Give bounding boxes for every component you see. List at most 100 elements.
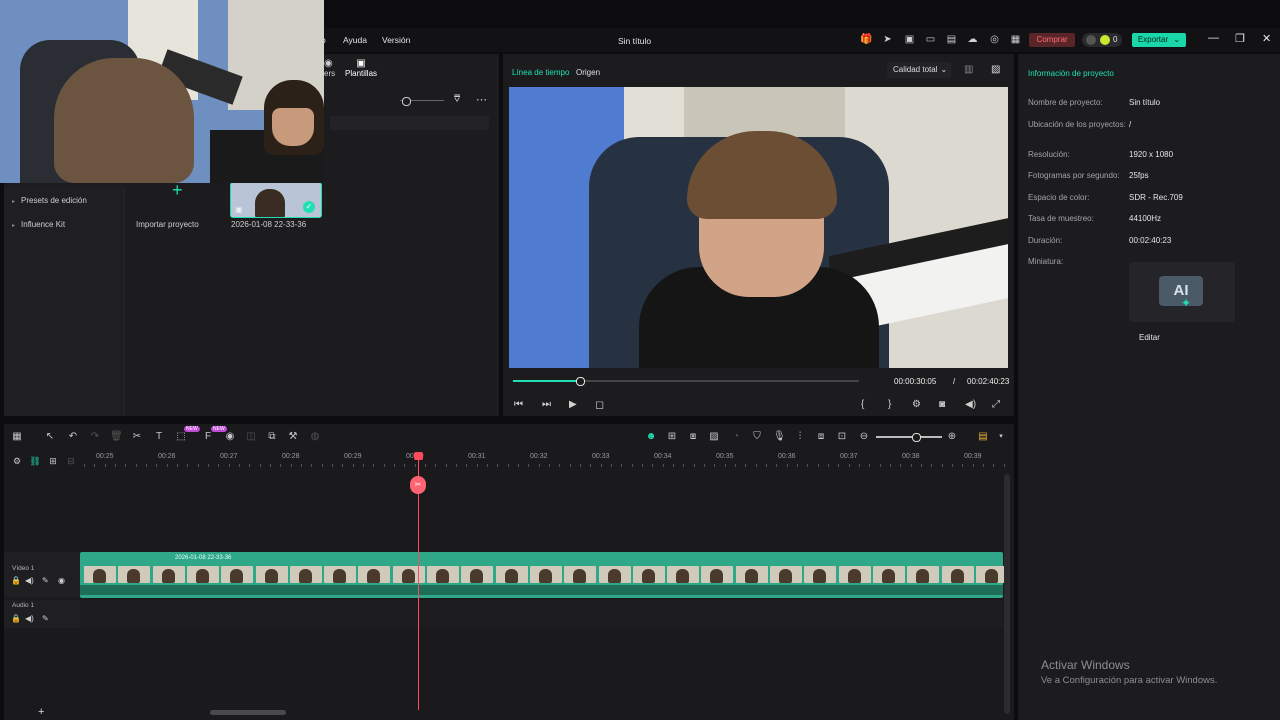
stop-icon[interactable]: ◻ [595,398,604,411]
color-icon[interactable]: ◉ [224,431,236,443]
timeline-ruler[interactable]: 00:2500:2600:2700:2800:2900:3000:3100:32… [84,453,1005,469]
timeline-zoom-slider[interactable] [876,433,942,442]
speed-icon[interactable]: ◔ [730,431,742,443]
playback-progress-handle[interactable] [576,377,586,386]
track-settings-icon[interactable]: ⚙ [11,455,23,467]
text-icon[interactable]: T [153,431,165,443]
ruler-tick [569,464,571,467]
media-clip-thumbnail[interactable]: ✓ ▣ [230,182,322,218]
edit-thumbnail-button[interactable]: Editar [1139,333,1160,342]
credits-badge[interactable]: 0 [1082,33,1122,47]
add-track-icon[interactable]: ⊞ [47,455,59,467]
sticker-tool-icon[interactable]: ⧆ [687,431,699,443]
chevron-down-icon[interactable]: ▾ [995,431,1007,443]
import-project-tile[interactable]: + Importar proyecto [126,180,226,240]
snapshot-view-icon[interactable]: ▨ [991,64,1000,75]
sidebar-item-presets[interactable]: ▸ Presets de edición [12,196,87,205]
zoom-slider-handle[interactable] [402,97,411,106]
ruler-tick [486,464,488,467]
cloud-upload-icon[interactable]: ☁ [966,33,979,46]
mark-in-icon[interactable]: { [861,399,864,410]
scissors-icon[interactable]: ✂ [131,431,143,443]
vertical-scrollbar[interactable] [1004,474,1010,714]
tab-templates[interactable]: ▣ Plantillas [345,58,377,78]
layout-grid-icon[interactable]: ▦ [11,431,23,443]
stabilize-icon[interactable]: ◍ [309,431,321,443]
redo-icon[interactable]: ↷ [89,431,101,443]
previous-frame-icon[interactable]: ⏮ [514,399,523,410]
add-track-button[interactable]: + [38,706,44,718]
tab-source-preview[interactable]: Origen [576,68,600,77]
ai-assistant-icon[interactable]: ☻ [645,431,657,443]
save-icon[interactable]: ▤ [945,33,958,46]
project-thumbnail[interactable]: AI ✦ [1129,262,1235,322]
search-bar[interactable] [330,116,489,130]
play-icon[interactable]: ▶ [569,399,577,410]
ruler-tick [208,464,209,467]
horizontal-scrollbar[interactable] [210,710,286,715]
audio-track-lane[interactable] [80,600,1003,628]
snap-icon[interactable]: ⊞ [666,431,678,443]
menu-version[interactable]: Versión [382,35,410,45]
layout-icon[interactable]: ▣ [903,33,916,46]
ai-tool-icon[interactable]: ⚒ [287,431,299,443]
headset-icon[interactable]: ◎ [988,33,1001,46]
quality-dropdown[interactable]: Calidad total ⌄ [887,62,951,78]
eye-icon[interactable]: ◉ [58,576,65,585]
crop-icon[interactable]: ⬚ [175,431,187,443]
filter-icon[interactable]: ⩢ [454,94,460,105]
caption-icon[interactable]: ⊡ [836,431,848,443]
freeze-icon[interactable]: ◫ [245,431,257,443]
timeline-zoom-handle[interactable] [912,433,921,442]
transform-icon[interactable]: ⧉ [266,431,278,443]
mute-icon[interactable]: ✎ [42,576,49,585]
send-icon[interactable]: ➤ [881,33,894,46]
mixer-icon[interactable]: ⫶ [794,431,806,443]
grid-view-icon[interactable]: ▥ [964,64,973,75]
image-tool-icon[interactable]: ▨ [708,431,720,443]
ruler-tick [755,464,757,467]
camera-icon[interactable]: ◙ [939,399,945,410]
select-tool-icon[interactable]: ↖ [44,431,56,443]
lock-icon[interactable]: 🔒 [11,614,21,623]
monitor-icon[interactable]: ▭ [924,33,937,46]
zoom-out-icon[interactable]: ⊖ [858,431,870,443]
zoom-slider[interactable] [400,97,444,106]
shield-icon[interactable]: ⛉ [751,431,763,443]
ruler-tick [352,464,354,467]
sidebar-item-influence-kit[interactable]: ▸ Influence Kit [12,220,65,229]
text-effect-icon[interactable]: F [202,431,214,443]
minimize-icon[interactable]: — [1208,32,1219,44]
more-icon[interactable]: ⋯ [476,93,487,106]
tab-timeline-preview[interactable]: Línea de tiempo [512,68,569,77]
settings-icon[interactable]: ⚙ [912,399,921,410]
apps-icon[interactable]: ▦ [1009,33,1022,46]
ruler-tick [704,464,705,467]
menu-help[interactable]: Ayuda [343,35,367,45]
mark-out-icon[interactable]: } [888,399,891,410]
zoom-in-icon[interactable]: ⊕ [946,431,958,443]
gift-icon[interactable]: 🎁 [860,33,873,46]
split-cursor-icon[interactable]: ✂ [410,476,426,494]
microphone-icon[interactable]: 🎙 [773,431,786,443]
maximize-icon[interactable]: ❐ [1235,32,1245,45]
buy-button[interactable]: Comprar [1029,33,1075,47]
mute-icon[interactable]: ✎ [42,614,49,623]
speaker-icon[interactable]: ◀) [25,614,34,623]
close-icon[interactable]: ✕ [1262,32,1271,45]
replace-icon[interactable]: ⧈ [815,431,827,443]
export-button[interactable]: Exportar ⌄ [1132,33,1186,47]
caption-track-icon[interactable]: ⊟ [65,455,77,467]
volume-icon[interactable]: ◀) [965,399,976,410]
link-icon[interactable]: ⛓ [29,455,41,467]
fullscreen-icon[interactable]: ⤢ [992,399,1000,410]
speaker-icon[interactable]: ◀) [25,576,34,585]
undo-icon[interactable]: ↶ [67,431,79,443]
playhead-handle[interactable] [414,452,423,460]
next-frame-icon[interactable]: ⏭ [542,399,551,410]
lock-icon[interactable]: 🔒 [11,576,21,585]
video-clip[interactable]: 2026-01-08 22-33-36 [80,552,1008,598]
delete-icon[interactable]: 🗑 [110,431,123,443]
audio-meter-icon[interactable]: ▤ [977,431,989,443]
playback-progress-track[interactable] [513,377,859,386]
